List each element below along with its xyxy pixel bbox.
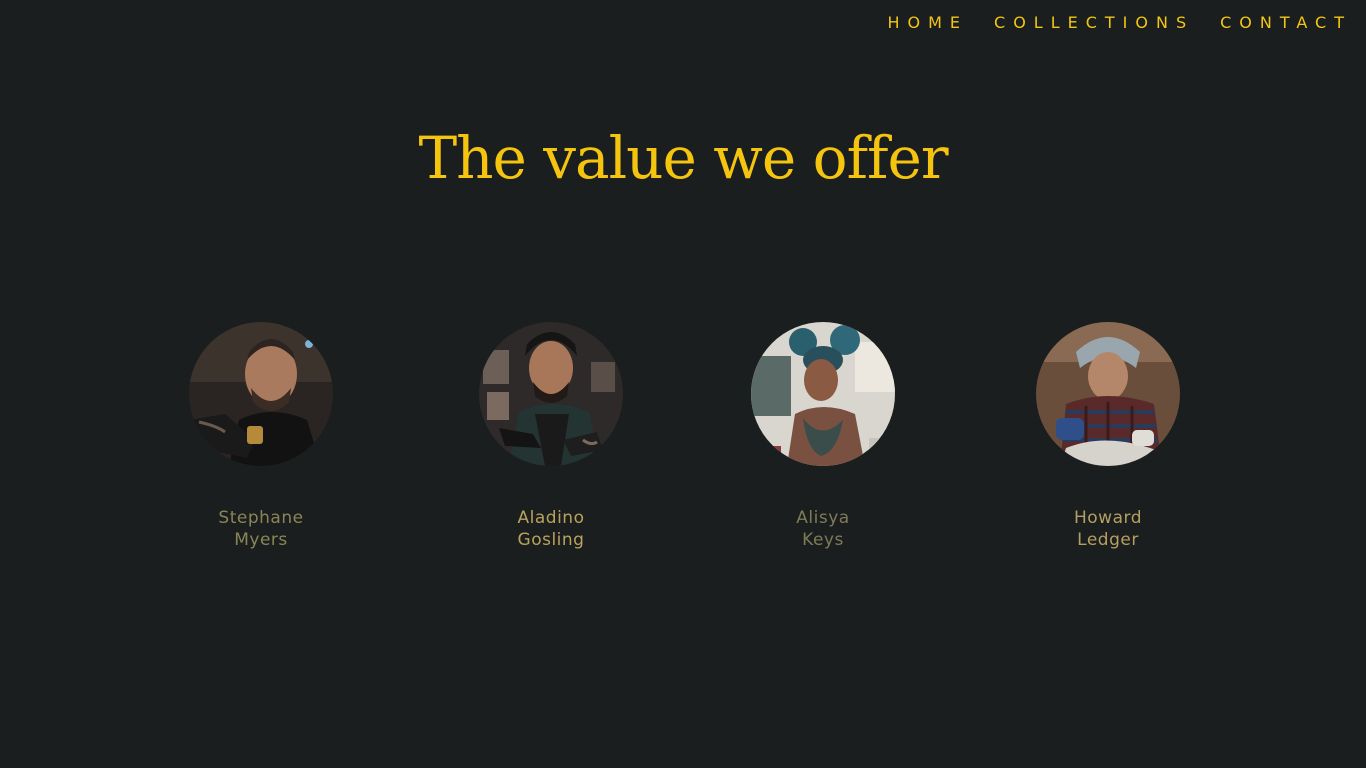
page-title: The value we offer	[418, 124, 948, 192]
member-photo	[479, 322, 623, 466]
member-first-name: Aladino	[517, 508, 585, 528]
member-name: Howard Ledger	[1008, 507, 1208, 551]
member-name: Alisya Keys	[723, 507, 923, 551]
member-first-name: Stephane	[218, 508, 304, 528]
member-first-name: Howard	[1074, 508, 1142, 528]
nav-home-link[interactable]: HOME	[887, 12, 968, 34]
team-member-card: Aladino Gosling	[451, 322, 651, 551]
member-name: Stephane Myers	[161, 507, 361, 551]
member-last-name: Myers	[234, 530, 288, 550]
member-last-name: Keys	[802, 530, 844, 550]
member-name: Aladino Gosling	[451, 507, 651, 551]
nav-collections-link[interactable]: COLLECTIONS	[994, 12, 1194, 34]
team-member-card: Stephane Myers	[161, 322, 361, 551]
team-section: Stephane Myers Aladino Gosling Alisya Ke…	[0, 322, 1366, 562]
team-member-card: Alisya Keys	[723, 322, 923, 551]
member-photo	[189, 322, 333, 466]
tattoo-artist-photo	[479, 322, 623, 466]
member-last-name: Ledger	[1077, 530, 1139, 550]
member-first-name: Alisya	[796, 508, 850, 528]
top-nav: HOME COLLECTIONS CONTACT	[887, 12, 1352, 34]
nav-contact-link[interactable]: CONTACT	[1220, 12, 1352, 34]
tattoo-artist-photo	[189, 322, 333, 466]
member-photo	[751, 322, 895, 466]
tattoo-artist-photo	[751, 322, 895, 466]
team-member-card: Howard Ledger	[1008, 322, 1208, 551]
member-photo	[1036, 322, 1180, 466]
tattoo-artist-photo	[1036, 322, 1180, 466]
member-last-name: Gosling	[517, 530, 585, 550]
